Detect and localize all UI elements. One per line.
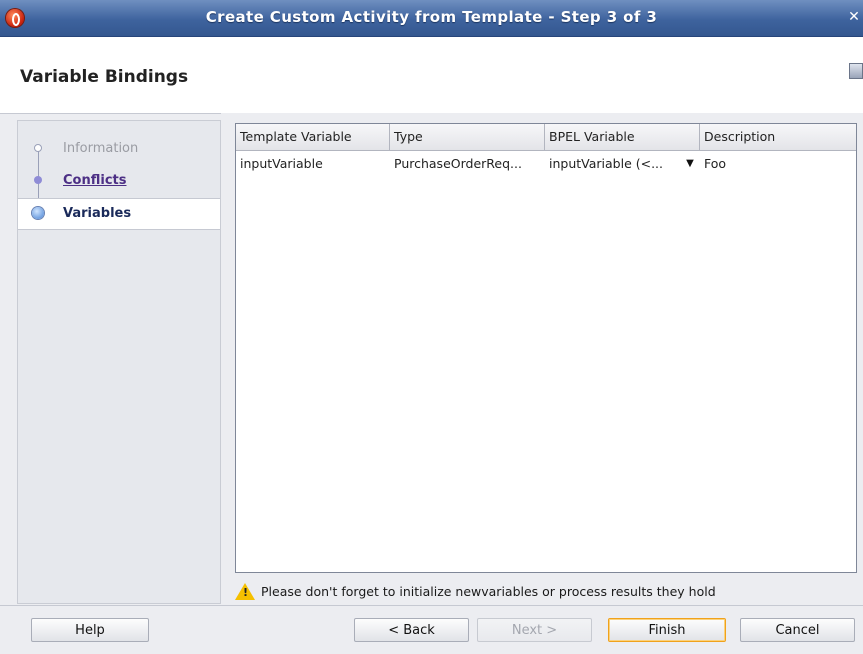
nav-step-information[interactable]: Information — [18, 134, 220, 164]
nav-step-variables[interactable]: Variables — [18, 198, 220, 230]
nav-step-label: Variables — [63, 206, 132, 221]
close-icon[interactable]: ✕ — [847, 9, 861, 25]
current-step-icon — [32, 207, 44, 219]
window-title: Create Custom Activity from Template - S… — [205, 8, 658, 26]
table-header: Template Variable Type BPEL Variable Des… — [236, 124, 856, 151]
page-title: Variable Bindings — [20, 67, 189, 87]
wizard-image-icon — [849, 63, 863, 79]
window-titlebar: Create Custom Activity from Template - S… — [0, 0, 863, 37]
finish-button[interactable]: Finish — [608, 618, 726, 642]
variable-bindings-table: Template Variable Type BPEL Variable Des… — [235, 123, 857, 573]
nav-step-conflicts[interactable]: Conflicts — [18, 166, 220, 196]
cancel-button[interactable]: Cancel — [740, 618, 855, 642]
help-button[interactable]: Help — [31, 618, 149, 642]
chevron-down-icon[interactable]: ▼ — [684, 151, 696, 177]
step-dot-icon — [34, 176, 42, 184]
back-button[interactable]: < Back — [354, 618, 469, 642]
warning-triangle-icon: ! — [235, 583, 255, 600]
wizard-steps-nav: Information Conflicts Variables — [17, 120, 221, 604]
cell-type: PurchaseOrderReq... — [394, 156, 522, 171]
next-button[interactable]: Next > — [477, 618, 592, 642]
nav-step-label: Conflicts — [63, 173, 127, 188]
table-row[interactable]: inputVariable PurchaseOrderReq... inputV… — [236, 151, 856, 177]
header-panel: Variable Bindings — [0, 37, 863, 114]
column-header-template-variable[interactable]: Template Variable — [236, 124, 390, 150]
cell-bpel-variable-select[interactable]: inputVariable (<... — [545, 151, 700, 177]
warning-text: Please don't forget to initialize newvar… — [261, 584, 716, 599]
column-header-bpel-variable[interactable]: BPEL Variable — [545, 124, 700, 150]
step-dot-icon — [34, 144, 42, 152]
button-bar: Help < Back Next > Finish Cancel — [0, 605, 863, 654]
column-header-type[interactable]: Type — [390, 124, 545, 150]
cell-description[interactable]: Foo — [700, 151, 856, 177]
column-header-description[interactable]: Description — [700, 124, 856, 150]
cell-template-variable: inputVariable — [240, 156, 323, 171]
content-panel: Template Variable Type BPEL Variable Des… — [221, 113, 863, 605]
nav-step-label: Information — [63, 141, 139, 156]
